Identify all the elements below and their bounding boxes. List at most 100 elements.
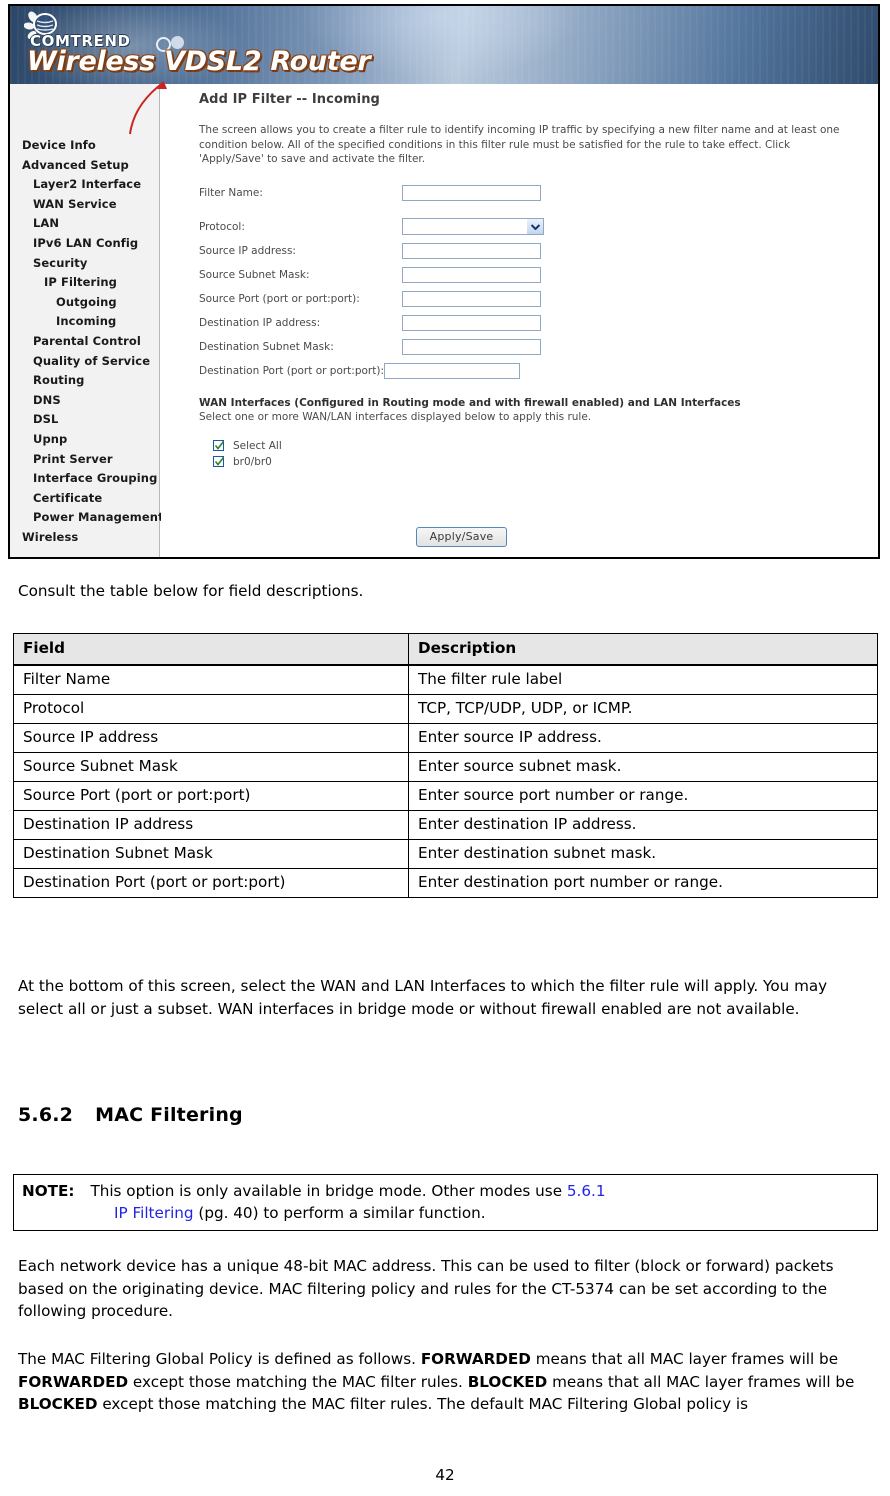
sidebar-item-wireless[interactable]: Wireless (10, 528, 159, 548)
table-row: Source Subnet Mask Enter source subnet m… (13, 752, 878, 782)
filter-name-input[interactable] (402, 184, 541, 201)
cell-field: Destination Subnet Mask (13, 839, 409, 869)
checkmark-icon (214, 456, 225, 466)
dest-mask-row: Destination Subnet Mask: (199, 337, 878, 357)
cell-description: The filter rule label (408, 664, 878, 695)
router-product-title: Wireless VDSL2 Router (27, 46, 371, 77)
sidebar-item-dns[interactable]: DNS (10, 391, 159, 411)
field-description-table: Field Description Filter Name The filter… (13, 633, 878, 898)
table-row: Destination Subnet Mask Enter destinatio… (13, 839, 878, 869)
destination-port-label: Destination Port (port or port:port): (199, 364, 384, 377)
router-page-description: The screen allows you to create a filter… (199, 124, 840, 165)
mac-policy-text-3: except those matching the MAC filter rul… (128, 1372, 468, 1391)
br0-label: br0/br0 (233, 455, 272, 468)
sidebar-item-interface-grouping[interactable]: Interface Grouping (10, 469, 159, 489)
mac-policy-bold-forwarded-1: FORWARDED (420, 1350, 531, 1368)
sidebar-item-dsl[interactable]: DSL (10, 410, 159, 430)
red-pointer-arrow-icon (129, 81, 167, 135)
source-port-label: Source Port (port or port:port): (199, 292, 360, 305)
mac-policy-text-1: The MAC Filtering Global Policy is defin… (18, 1350, 421, 1368)
cell-field: Protocol (13, 694, 409, 724)
sidebar-item-routing[interactable]: Routing (10, 371, 159, 391)
wan-interfaces-title: WAN Interfaces (Configured in Routing mo… (199, 396, 741, 409)
note-link-ip-filtering[interactable]: IP Filtering (114, 1204, 194, 1222)
sidebar-item-incoming[interactable]: Incoming (10, 312, 159, 332)
mac-policy-bold-blocked-1: BLOCKED (467, 1372, 548, 1391)
section-heading-mac-filtering: 5.6.2 MAC Filtering (18, 1104, 243, 1126)
wan-interfaces-subtitle: Select one or more WAN/LAN interfaces di… (199, 410, 592, 423)
cell-field: Source IP address (13, 723, 409, 753)
section-number: 5.6.2 (18, 1104, 74, 1126)
source-ip-input[interactable] (402, 242, 541, 259)
filter-name-label: Filter Name: (199, 186, 263, 199)
sidebar-item-outgoing[interactable]: Outgoing (10, 293, 159, 313)
cell-description: Enter source port number or range. (408, 781, 878, 811)
apply-save-bar: Apply/Save (161, 525, 878, 547)
br0-row[interactable]: br0/br0 (199, 456, 878, 468)
sidebar-item-ipv6-lan-config[interactable]: IPv6 LAN Config (10, 234, 159, 254)
sidebar-item-print-server[interactable]: Print Server (10, 450, 159, 470)
table-row: Filter Name The filter rule label (13, 664, 878, 695)
table-row: Destination Port (port or port:port) Ent… (13, 868, 878, 898)
sidebar-item-upnp[interactable]: Upnp (10, 430, 159, 450)
cell-description: Enter source IP address. (408, 723, 878, 753)
destination-subnet-mask-label: Destination Subnet Mask: (199, 340, 334, 353)
router-page-heading: Add IP Filter -- Incoming (199, 92, 380, 107)
sidebar-item-ip-filtering[interactable]: IP Filtering (10, 273, 159, 293)
protocol-row: Protocol: (199, 217, 878, 237)
note-text-line1: This option is only available in bridge … (90, 1182, 567, 1200)
select-all-label: Select All (233, 439, 282, 452)
protocol-select[interactable] (402, 218, 544, 235)
sidebar-item-lan[interactable]: LAN (10, 214, 159, 234)
consult-table-line: Consult the table below for field descri… (18, 582, 364, 600)
note-text-line2: (pg. 40) to perform a similar function. (193, 1204, 486, 1222)
paragraph-mac-global-policy: The MAC Filtering Global Policy is defin… (18, 1348, 888, 1416)
destination-ip-input[interactable] (402, 314, 541, 331)
br0-checkbox[interactable] (213, 456, 225, 467)
source-ip-row: Source IP address: (199, 241, 878, 261)
sidebar-item-parental-control[interactable]: Parental Control (10, 332, 159, 352)
column-header-field: Field (13, 633, 409, 666)
source-mask-row: Source Subnet Mask: (199, 265, 878, 285)
select-all-checkbox[interactable] (213, 440, 225, 451)
router-sidebar-nav: Device Info Advanced Setup Layer2 Interf… (10, 84, 164, 557)
section-title: MAC Filtering (95, 1104, 243, 1126)
dest-ip-row: Destination IP address: (199, 313, 878, 333)
cell-description: Enter destination subnet mask. (408, 839, 878, 869)
sidebar-item-security[interactable]: Security (10, 254, 159, 274)
cell-description: Enter source subnet mask. (408, 752, 878, 782)
sidebar-item-certificate[interactable]: Certificate (10, 489, 159, 509)
note-label: NOTE: (22, 1182, 75, 1200)
paragraph-bottom-of-screen: At the bottom of this screen, select the… (18, 977, 828, 1018)
cell-field: Source Port (port or port:port) (13, 781, 409, 811)
router-main-panel: Add IP Filter -- Incoming The screen all… (161, 84, 878, 557)
sidebar-item-device-info[interactable]: Device Info (10, 136, 159, 156)
destination-port-input[interactable] (384, 362, 520, 379)
source-subnet-mask-input[interactable] (402, 266, 541, 283)
paragraph-mac-address-intro: Each network device has a unique 48-bit … (18, 1257, 834, 1320)
cell-field: Destination Port (port or port:port) (13, 868, 409, 898)
sidebar-item-advanced-setup[interactable]: Advanced Setup (10, 156, 159, 176)
table-row: Source IP address Enter source IP addres… (13, 723, 878, 753)
sidebar-item-layer2-interface[interactable]: Layer2 Interface (10, 175, 159, 195)
note-link-561[interactable]: 5.6.1 (567, 1182, 606, 1200)
mac-policy-text-2: means that all MAC layer frames will be (530, 1350, 839, 1368)
apply-save-button[interactable]: Apply/Save (415, 527, 508, 547)
cell-description: Enter destination port number or range. (408, 868, 878, 898)
source-port-row: Source Port (port or port:port): (199, 289, 878, 309)
mac-policy-text-4: means that all MAC layer frames will be (547, 1372, 855, 1391)
sidebar-item-wan-service[interactable]: WAN Service (10, 195, 159, 215)
mac-policy-text-5: except those matching the MAC filter rul… (97, 1395, 749, 1413)
cell-field: Filter Name (13, 664, 409, 695)
page-number: 42 (435, 1466, 455, 1484)
dest-port-row: Destination Port (port or port:port): (199, 361, 878, 381)
sidebar-item-power-management[interactable]: Power Management (10, 508, 164, 528)
chevron-down-icon[interactable] (527, 219, 543, 234)
destination-subnet-mask-input[interactable] (402, 338, 541, 355)
filter-name-row: Filter Name: (199, 183, 878, 203)
source-port-input[interactable] (402, 290, 541, 307)
sidebar-item-quality-of-service[interactable]: Quality of Service (10, 352, 159, 372)
destination-ip-label: Destination IP address: (199, 316, 321, 329)
select-all-row[interactable]: Select All (199, 440, 878, 452)
router-ui-screenshot: COMTREND Wireless VDSL2 Router Device In… (8, 4, 880, 559)
